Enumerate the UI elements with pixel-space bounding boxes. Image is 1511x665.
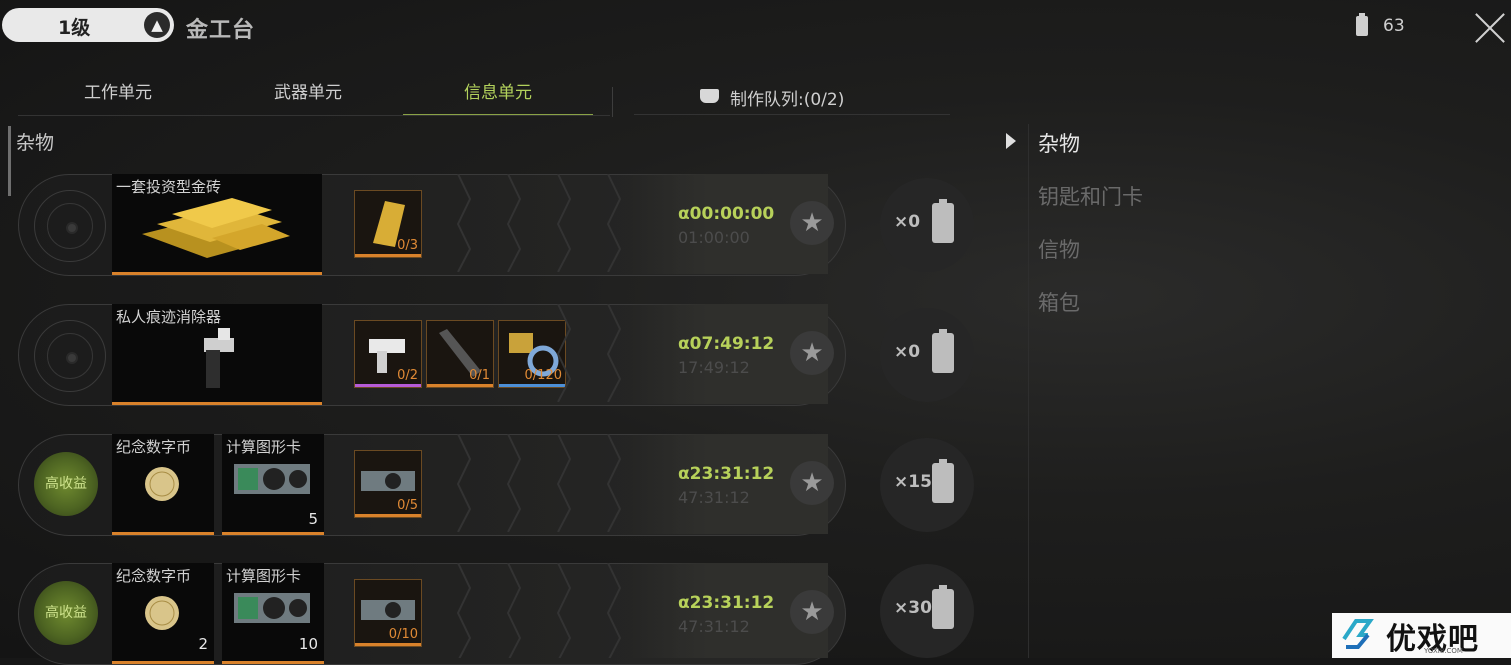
- product-card[interactable]: 纪念数字币: [112, 434, 214, 535]
- battery-icon: [932, 459, 954, 503]
- base-time: 01:00:00: [678, 228, 750, 247]
- material-count: 0/2: [397, 368, 418, 383]
- product-name: 计算图形卡: [226, 438, 302, 456]
- arrow-up-icon[interactable]: ▲: [144, 12, 170, 38]
- watermark-sub: YOXI8.COM: [1424, 647, 1463, 655]
- chevron-right-icon: [1006, 133, 1016, 149]
- row-slot-icon: [34, 320, 106, 392]
- material-slot[interactable]: 0/10: [354, 579, 422, 647]
- progress-chevrons: [456, 434, 622, 532]
- material-slot[interactable]: 0/5: [354, 450, 422, 518]
- category-keys-cards[interactable]: 钥匙和门卡: [1038, 181, 1143, 211]
- rarity-bar: [355, 384, 421, 387]
- product-card[interactable]: 纪念数字币 2: [112, 563, 214, 664]
- tab-work-unit[interactable]: 工作单元: [20, 80, 216, 114]
- product-name: 私人痕迹消除器: [116, 308, 222, 326]
- craft-cost-button[interactable]: ×30: [880, 564, 974, 658]
- battery-icon: [1356, 13, 1368, 36]
- section-title: 杂物: [16, 132, 55, 154]
- craft-cost-button[interactable]: ×0: [880, 178, 974, 272]
- high-yield-badge: 高收益: [34, 581, 98, 645]
- product-count: 10: [298, 635, 318, 653]
- rarity-bar: [355, 514, 421, 517]
- recipe-row[interactable]: 一套投资型金砖 0/3 α00:00:00 01:00:00 ★: [18, 174, 846, 276]
- progress-chevrons: [456, 174, 622, 272]
- recipe-row[interactable]: 高收益 纪念数字币 计算图形卡 5 0/5 α23:31:12 47:31:12…: [18, 434, 846, 536]
- base-time: 47:31:12: [678, 488, 750, 507]
- product-count: 2: [198, 635, 208, 653]
- product-card[interactable]: 私人痕迹消除器: [112, 304, 322, 405]
- cost-count: ×0: [894, 212, 921, 232]
- category-misc[interactable]: 杂物: [1038, 128, 1080, 158]
- product-card[interactable]: 一套投资型金砖: [112, 174, 322, 275]
- scroll-indicator[interactable]: [8, 126, 11, 196]
- craft-queue-label: 制作队列:(0/2): [730, 90, 845, 110]
- craft-cost-button[interactable]: ×0: [880, 308, 974, 402]
- craft-time: α23:31:12: [678, 464, 775, 484]
- material-count: 0/10: [388, 627, 418, 642]
- watermark: 优戏吧 YOXI8.COM: [1332, 613, 1511, 658]
- cost-count: ×30: [894, 598, 932, 618]
- star-icon[interactable]: ★: [790, 590, 834, 634]
- battery-icon: [932, 329, 954, 373]
- star-icon[interactable]: ★: [790, 331, 834, 375]
- base-time: 47:31:12: [678, 617, 750, 636]
- category-divider: [1028, 124, 1029, 658]
- tab-weapon-unit[interactable]: 武器单元: [210, 80, 406, 114]
- product-name: 一套投资型金砖: [116, 178, 222, 196]
- cup-icon: [700, 89, 719, 103]
- page-title: 金工台: [186, 18, 256, 43]
- tab-info-unit[interactable]: 信息单元: [403, 80, 593, 116]
- material-slot[interactable]: 0/2: [354, 320, 422, 388]
- battery-icon: [932, 199, 954, 243]
- product-name: 纪念数字币: [116, 567, 192, 585]
- material-count: 0/3: [397, 238, 418, 253]
- craft-time: α07:49:12: [678, 334, 775, 354]
- watermark-logo-icon: [1342, 619, 1374, 649]
- close-icon[interactable]: [1474, 10, 1506, 44]
- tab-underline: [18, 115, 610, 116]
- category-tokens[interactable]: 信物: [1038, 234, 1080, 264]
- progress-chevrons: [556, 304, 622, 402]
- star-icon[interactable]: ★: [790, 201, 834, 245]
- progress-chevrons: [456, 563, 622, 658]
- row-slot-icon: [34, 190, 106, 262]
- product-name: 纪念数字币: [116, 438, 192, 456]
- cost-count: ×0: [894, 342, 921, 362]
- currency-count: 63: [1383, 16, 1405, 36]
- rarity-bar: [355, 643, 421, 646]
- level-label: 1级: [58, 17, 91, 39]
- craft-time: α23:31:12: [678, 593, 775, 613]
- high-yield-badge: 高收益: [34, 452, 98, 516]
- product-card[interactable]: 计算图形卡 10: [222, 563, 324, 664]
- rarity-bar: [355, 254, 421, 257]
- craft-cost-button[interactable]: ×15: [880, 438, 974, 532]
- star-icon[interactable]: ★: [790, 461, 834, 505]
- material-count: 0/5: [397, 498, 418, 513]
- recipe-row[interactable]: 私人痕迹消除器 0/2 0/1 0/120 α07:49:12 17:49:12…: [18, 304, 846, 406]
- base-time: 17:49:12: [678, 358, 750, 377]
- product-count: 5: [308, 510, 318, 528]
- battery-icon: [932, 585, 954, 629]
- craft-time: α00:00:00: [678, 204, 775, 224]
- product-name: 计算图形卡: [226, 567, 302, 585]
- material-slot[interactable]: 0/3: [354, 190, 422, 258]
- category-bags[interactable]: 箱包: [1038, 287, 1080, 317]
- tab-separator: [612, 87, 613, 117]
- product-card[interactable]: 计算图形卡 5: [222, 434, 324, 535]
- cost-count: ×15: [894, 472, 932, 492]
- recipe-row[interactable]: 高收益 纪念数字币 2 计算图形卡 10 0/10 α23:31:12 47:3…: [18, 563, 846, 665]
